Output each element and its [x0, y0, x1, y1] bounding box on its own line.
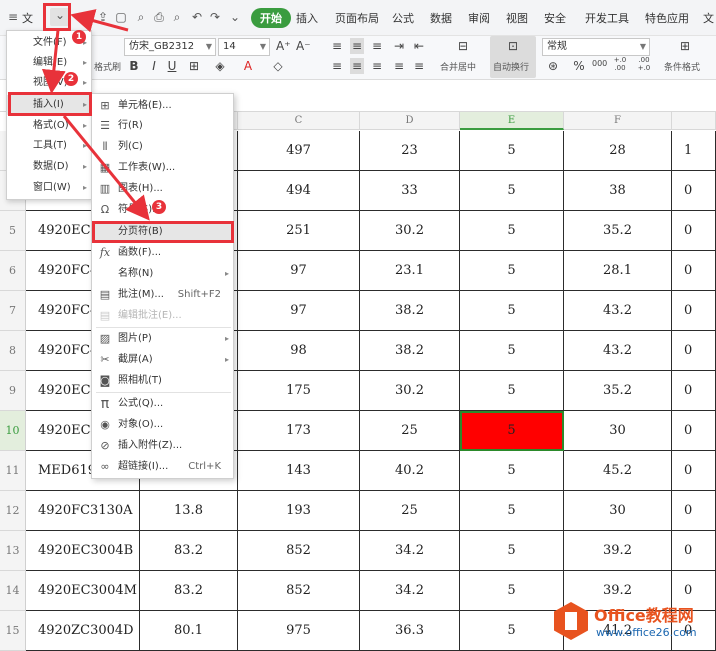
- annotation-arrows: [41, 9, 150, 221]
- logo-url: www.office26.com: [596, 626, 697, 639]
- arrow-to-dropdown: [70, 9, 129, 33]
- arrow-to-insert: [41, 29, 66, 94]
- arrow-to-page-break: [62, 115, 150, 221]
- logo-title: Office教程网: [594, 606, 694, 625]
- office-logo-inner-icon: [565, 612, 577, 630]
- watermark-logo: Office教程网 www.office26.com: [548, 596, 716, 648]
